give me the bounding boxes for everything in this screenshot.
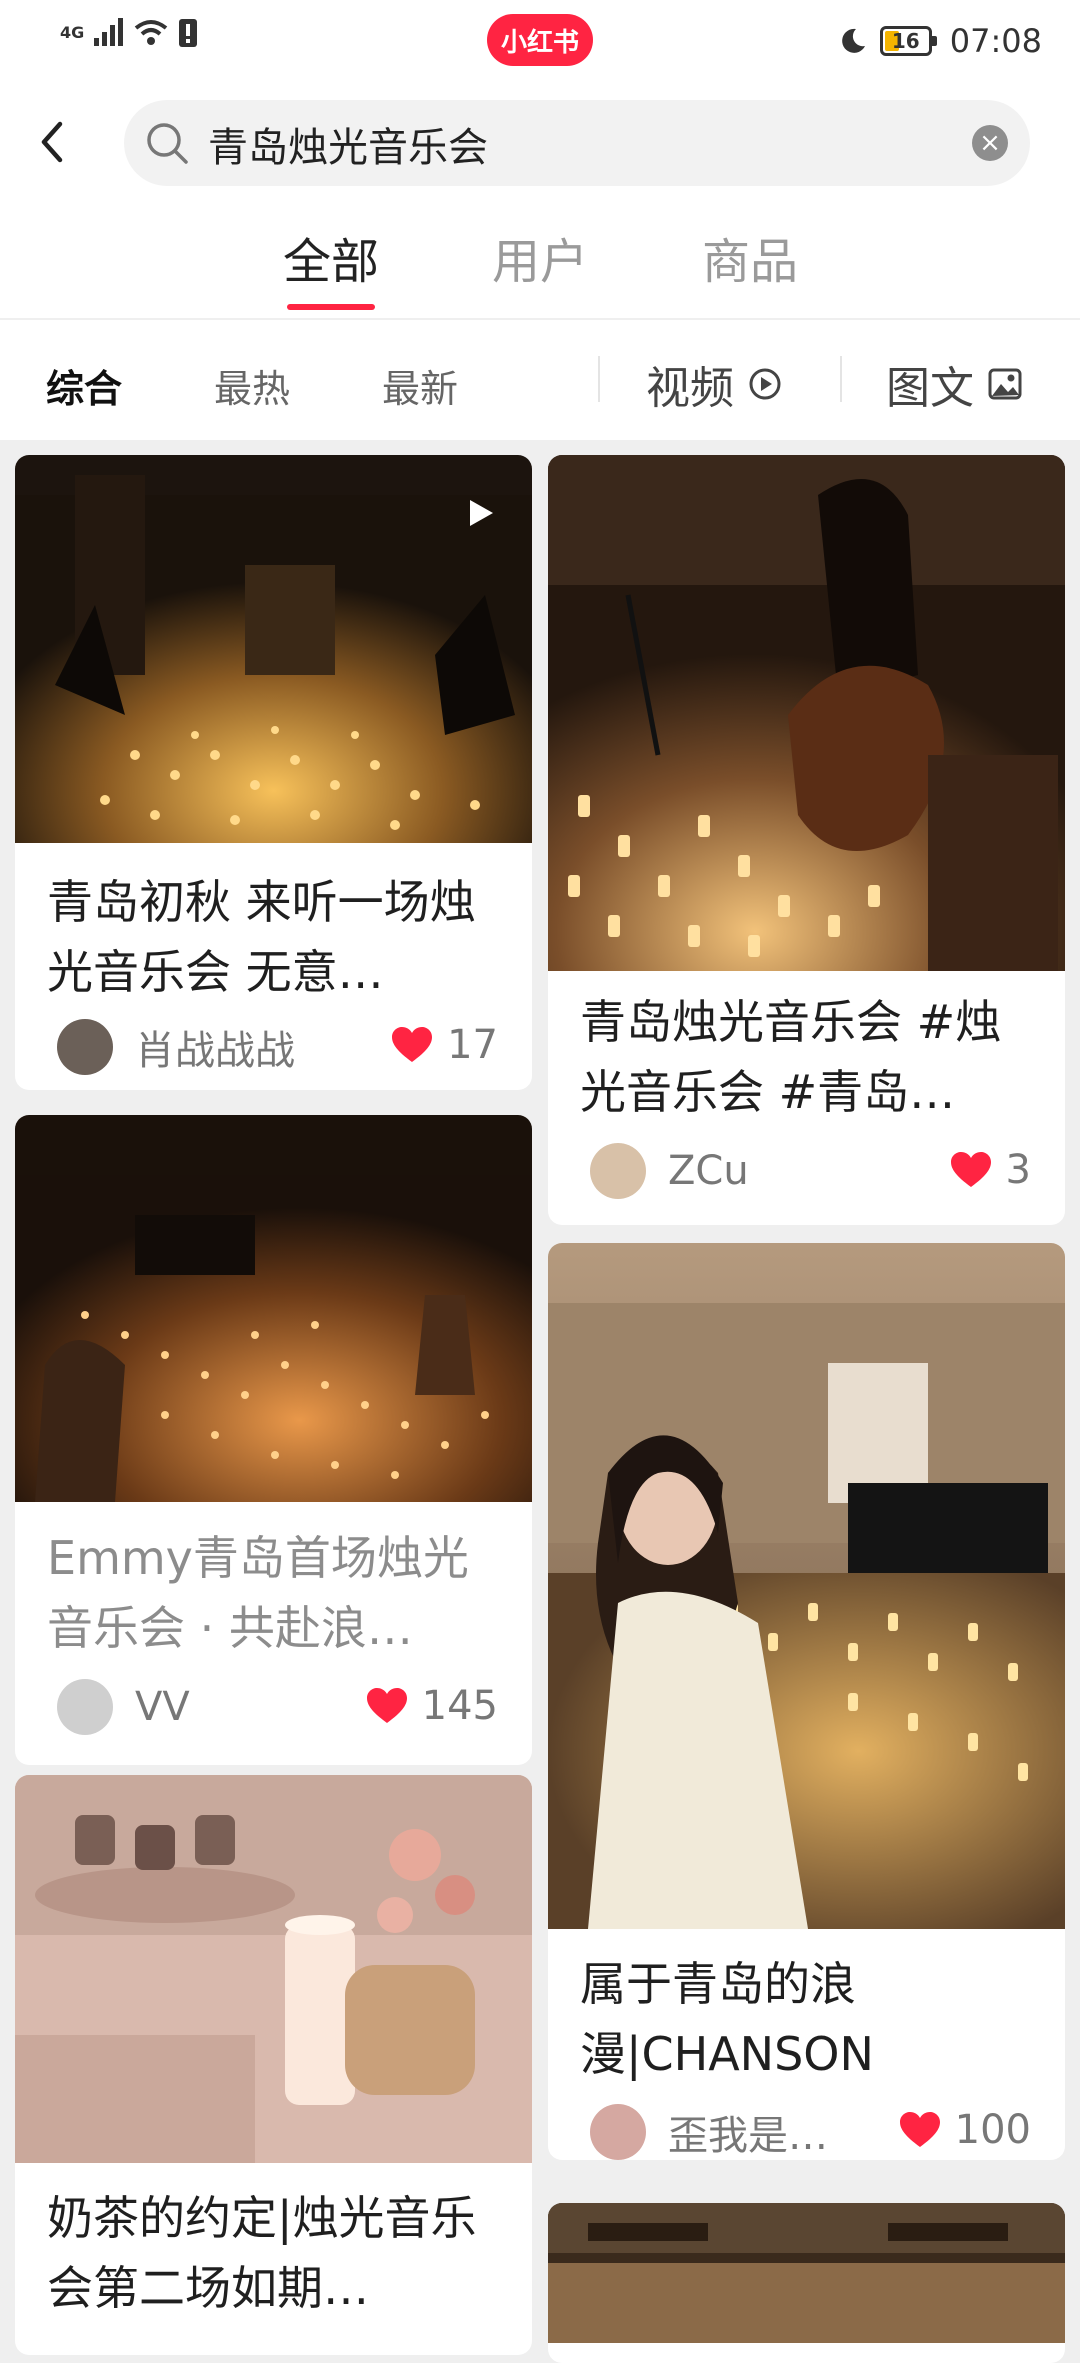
feed-card[interactable]: 奶茶的约定|烛光音乐会第二场如期… <box>15 1775 532 2355</box>
feed-card[interactable]: Emmy青岛首场烛光音乐会 · 共赴浪… VV 145 <box>15 1115 532 1765</box>
like-button[interactable]: 145 <box>366 1683 498 1729</box>
divider <box>598 356 600 402</box>
card-title: Emmy青岛首场烛光音乐会 · 共赴浪… <box>47 1531 469 1655</box>
card-image <box>548 1243 1065 1929</box>
clear-search-button[interactable]: × <box>972 125 1008 161</box>
heart-icon <box>366 1688 407 1723</box>
filter-image-text-label: 图文 <box>886 363 974 414</box>
moon-icon <box>841 28 865 53</box>
filter-hottest[interactable]: 最热 <box>214 358 290 413</box>
card-author[interactable]: VV <box>57 1679 190 1735</box>
feed-card[interactable] <box>548 2203 1065 2363</box>
avatar <box>590 1143 646 1199</box>
card-title: 属于青岛的浪漫|CHANSON EMMY… <box>580 1957 874 2081</box>
video-play-icon <box>470 500 493 526</box>
active-tab-indicator <box>287 304 375 310</box>
search-icon <box>147 123 188 164</box>
author-name: 歪我是… <box>668 2113 828 2159</box>
signal-icon <box>94 18 124 46</box>
category-tabs: 全部 用户 商品 <box>0 222 1080 312</box>
battery-icon: 16 <box>879 26 937 56</box>
filter-video-label: 视频 <box>646 363 734 414</box>
network-type: 4G <box>60 23 85 42</box>
like-button[interactable]: 100 <box>899 2107 1031 2153</box>
avatar <box>57 1019 113 1075</box>
image-icon <box>988 368 1022 400</box>
card-image <box>15 455 532 843</box>
card-author[interactable]: ZCu <box>590 1143 749 1199</box>
filter-newest[interactable]: 最新 <box>382 358 458 413</box>
author-name: VV <box>135 1684 190 1730</box>
status-right: 16 07:08 <box>838 18 1042 64</box>
wifi-icon <box>135 20 168 45</box>
card-title: 奶茶的约定|烛光音乐会第二场如期… <box>47 2191 477 2315</box>
feed-card[interactable]: 青岛初秋 来听一场烛光音乐会 无意… 肖战战战 17 <box>15 455 532 1090</box>
clock: 07:08 <box>949 22 1042 60</box>
divider <box>840 356 842 402</box>
status-left: 4G <box>60 18 198 60</box>
filter-comprehensive[interactable]: 综合 <box>46 358 122 413</box>
author-name: ZCu <box>668 1148 749 1194</box>
like-count: 145 <box>421 1683 498 1729</box>
tab-users[interactable]: 用户 <box>470 222 610 292</box>
close-icon: × <box>979 128 1001 158</box>
back-button[interactable] <box>30 112 74 172</box>
card-image <box>548 455 1065 971</box>
brand-badge: 小红书 <box>487 14 593 66</box>
card-title: 青岛烛光音乐会 #烛光音乐会 #青岛… <box>580 995 1002 1119</box>
alert-icon <box>179 19 198 47</box>
tab-all[interactable]: 全部 <box>261 222 401 292</box>
card-title: 青岛初秋 来听一场烛光音乐会 无意… <box>47 875 476 999</box>
feed-card[interactable]: 青岛烛光音乐会 #烛光音乐会 #青岛… ZCu 3 <box>548 455 1065 1225</box>
status-bar: 4G 小红书 16 07:08 <box>0 0 1080 82</box>
like-button[interactable]: 17 <box>391 1022 498 1068</box>
author-name: 肖战战战 <box>135 1028 295 1074</box>
like-button[interactable]: 3 <box>950 1147 1031 1193</box>
search-bar[interactable]: × <box>124 100 1030 186</box>
feed-card[interactable]: 属于青岛的浪漫|CHANSON EMMY… 歪我是… 100 <box>548 1243 1065 2160</box>
card-image <box>15 1115 532 1502</box>
heart-icon <box>392 1027 433 1062</box>
chevron-left-icon <box>41 121 63 163</box>
battery-percent: 16 <box>891 29 920 53</box>
search-input[interactable] <box>206 108 910 180</box>
play-circle-icon <box>749 368 781 400</box>
filter-image-text[interactable]: 图文 <box>886 352 1022 416</box>
card-author[interactable]: 歪我是… <box>590 2103 828 2160</box>
heart-icon <box>950 1152 991 1187</box>
like-count: 3 <box>1005 1147 1031 1193</box>
tab-products[interactable]: 商品 <box>680 222 820 292</box>
card-image <box>548 2203 1065 2343</box>
filter-video[interactable]: 视频 <box>646 352 782 416</box>
avatar <box>590 2104 646 2160</box>
like-count: 100 <box>954 2107 1031 2153</box>
filter-bar: 综合 最热 最新 视频 图文 <box>0 320 1080 440</box>
card-image <box>15 1775 532 2163</box>
avatar <box>57 1679 113 1735</box>
like-count: 17 <box>447 1022 498 1068</box>
card-author[interactable]: 肖战战战 <box>57 1018 295 1076</box>
heart-icon <box>899 2112 940 2147</box>
